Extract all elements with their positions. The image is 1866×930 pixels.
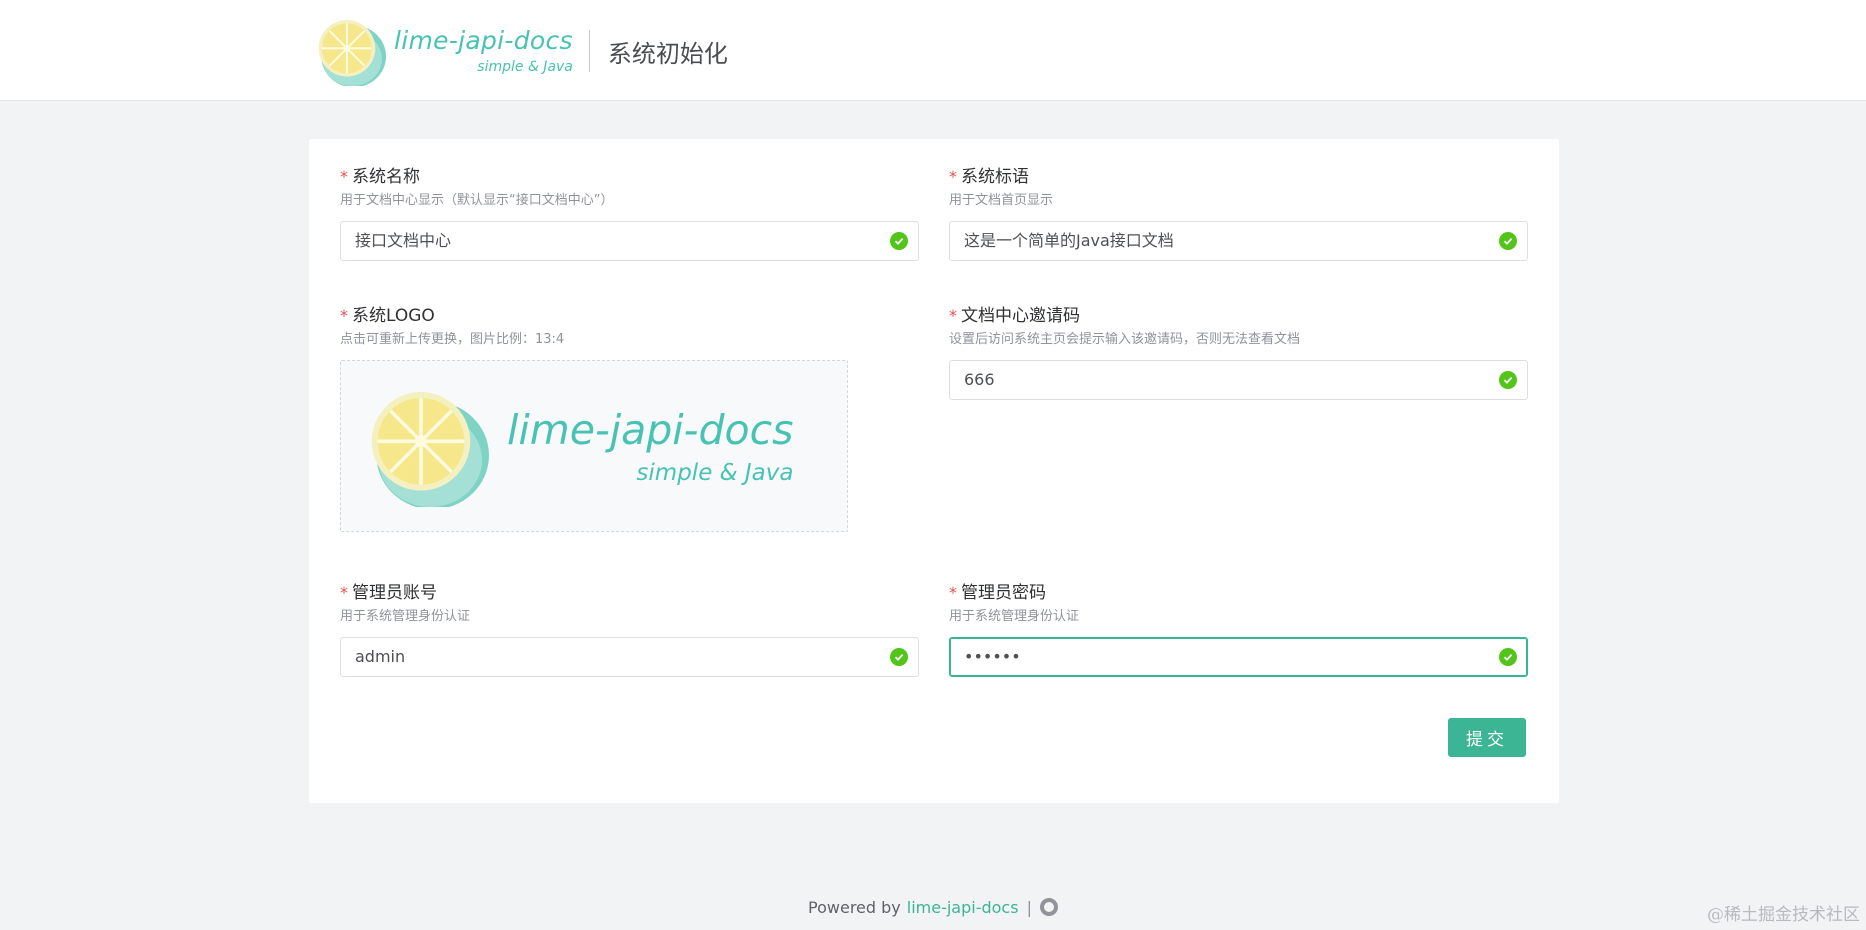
field-label: * 系统标语 xyxy=(949,167,1029,187)
field-hint: 用于文档中心显示（默认显示“接口文档中心”） xyxy=(340,193,614,208)
logo-preview: lime-japi-docs simple & Java xyxy=(367,385,793,507)
required-mark: * xyxy=(340,167,348,186)
check-circle-icon xyxy=(890,232,908,250)
check-circle-icon xyxy=(890,648,908,666)
brand-text: lime-japi-docs simple & Java xyxy=(394,28,573,74)
field-hint: 设置后访问系统主页会提示输入该邀请码，否则无法查看文档 xyxy=(949,332,1301,347)
field-hint: 用于系统管理身份认证 xyxy=(949,609,1080,624)
lemon-logo-icon xyxy=(317,19,386,86)
input-value[interactable]: 接口文档中心 xyxy=(355,222,451,260)
footer: Powered by lime-japi-docs | xyxy=(0,898,1866,917)
page-title: 系统初始化 xyxy=(607,39,728,68)
input-value[interactable]: 这是一个简单的Java接口文档 xyxy=(964,222,1174,260)
field-label: * 管理员账号 xyxy=(340,583,437,603)
input-value[interactable]: 666 xyxy=(964,361,995,399)
footer-brand-link[interactable]: lime-japi-docs xyxy=(907,898,1019,917)
app-header: lime-japi-docs simple & Java 系统初始化 xyxy=(0,0,1866,101)
field-system-slogan: * 系统标语 用于文档首页显示 这是一个简单的Java接口文档 xyxy=(949,165,1528,261)
field-hint: 用于文档首页显示 xyxy=(949,193,1054,208)
field-label: * 系统LOGO xyxy=(340,306,435,326)
admin-account-input[interactable]: admin xyxy=(340,637,919,677)
field-invite-code: * 文档中心邀请码 设置后访问系统主页会提示输入该邀请码，否则无法查看文档 666 xyxy=(949,304,1528,404)
field-label: * 系统名称 xyxy=(340,167,420,187)
brand-name: lime-japi-docs xyxy=(394,26,573,55)
password-value[interactable]: •••••• xyxy=(964,638,1021,676)
footer-separator: | xyxy=(1026,898,1032,917)
input-value[interactable]: admin xyxy=(355,638,405,676)
required-mark: * xyxy=(340,583,348,602)
check-circle-icon xyxy=(1499,232,1517,250)
check-circle-icon xyxy=(1499,371,1517,389)
init-form-card: * 系统名称 用于文档中心显示（默认显示“接口文档中心”） 接口文档中心 * 系统标… xyxy=(309,139,1559,803)
field-admin-account: * 管理员账号 用于系统管理身份认证 admin xyxy=(340,581,919,681)
required-mark: * xyxy=(949,306,957,325)
header-divider xyxy=(588,30,590,72)
field-label: * 管理员密码 xyxy=(949,583,1046,603)
logo-upload-area[interactable]: lime-japi-docs simple & Java xyxy=(340,360,848,532)
lemon-logo-icon xyxy=(369,390,489,507)
system-name-input[interactable]: 接口文档中心 xyxy=(340,221,919,261)
invite-code-input[interactable]: 666 xyxy=(949,360,1528,400)
field-admin-password: * 管理员密码 用于系统管理身份认证 •••••• xyxy=(949,581,1528,681)
field-hint: 点击可重新上传更换，图片比例：13:4 xyxy=(340,332,565,347)
logo-preview-tagline: simple & Java xyxy=(636,460,794,486)
field-system-name: * 系统名称 用于文档中心显示（默认显示“接口文档中心”） 接口文档中心 xyxy=(340,165,919,261)
submit-button[interactable]: 提交 xyxy=(1448,718,1526,757)
system-slogan-input[interactable]: 这是一个简单的Java接口文档 xyxy=(949,221,1528,261)
brand-tagline: simple & Java xyxy=(477,59,573,75)
required-mark: * xyxy=(949,167,957,186)
logo-preview-text: lime-japi-docs simple & Java xyxy=(507,406,793,486)
required-mark: * xyxy=(949,583,957,602)
powered-by-text: Powered by xyxy=(808,898,901,917)
logo-preview-name: lime-japi-docs xyxy=(507,406,794,454)
git-icon[interactable] xyxy=(1039,898,1058,916)
watermark: @稀土掘金技术社区 xyxy=(1707,905,1860,925)
required-mark: * xyxy=(340,306,348,325)
field-label: * 文档中心邀请码 xyxy=(949,306,1080,326)
brand[interactable]: lime-japi-docs simple & Java 系统初始化 xyxy=(316,16,728,86)
check-circle-icon xyxy=(1499,648,1517,666)
admin-password-input[interactable]: •••••• xyxy=(949,637,1528,677)
field-hint: 用于系统管理身份认证 xyxy=(340,609,471,624)
